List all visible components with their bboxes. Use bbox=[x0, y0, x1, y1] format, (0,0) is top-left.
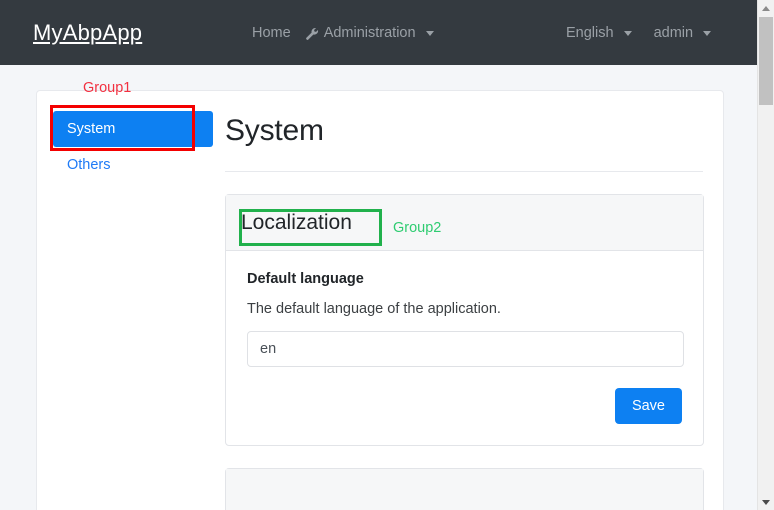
nav-link-administration-label: Administration bbox=[323, 24, 416, 41]
navbar-primary-links: Home Administration bbox=[252, 25, 434, 41]
wrench-icon bbox=[305, 27, 319, 41]
scroll-up-arrow-icon[interactable] bbox=[758, 0, 774, 16]
navbar-secondary-links: English admin bbox=[566, 25, 712, 41]
nav-link-language-label: English bbox=[566, 24, 614, 41]
scroll-down-arrow-icon[interactable] bbox=[758, 494, 774, 510]
annotation-label-group2: Group2 bbox=[393, 220, 442, 236]
nav-link-user[interactable]: admin bbox=[654, 25, 712, 41]
localization-actions: Save bbox=[247, 388, 682, 424]
localization-card-body: Default language The default language of… bbox=[226, 251, 703, 445]
chevron-down-icon bbox=[425, 31, 434, 36]
localization-card-header: Localization bbox=[226, 195, 703, 251]
top-navbar: MyAbpApp Home Administration English adm… bbox=[0, 0, 757, 65]
chevron-down-icon bbox=[703, 31, 712, 36]
nav-link-language[interactable]: English bbox=[566, 25, 632, 41]
nav-link-home[interactable]: Home bbox=[252, 25, 291, 41]
save-button[interactable]: Save bbox=[614, 388, 682, 424]
secondary-card bbox=[225, 468, 704, 510]
localization-card-title: Localization bbox=[241, 210, 352, 234]
sidebar-item-system-label: System bbox=[67, 121, 116, 137]
default-language-label: Default language bbox=[247, 271, 364, 287]
localization-card: Localization Default language The defaul… bbox=[225, 194, 704, 446]
settings-sidebar: System Others bbox=[53, 111, 213, 183]
sidebar-item-system[interactable]: System bbox=[53, 111, 213, 147]
content-panel: System Others System Localization Defaul… bbox=[36, 90, 724, 510]
page-scrollbar[interactable] bbox=[757, 0, 774, 510]
chevron-down-icon bbox=[623, 31, 632, 36]
sidebar-item-others[interactable]: Others bbox=[53, 147, 213, 183]
annotation-label-group1: Group1 bbox=[83, 80, 132, 96]
app-screen: MyAbpApp Home Administration English adm… bbox=[0, 0, 774, 510]
settings-main: System Localization Default language The… bbox=[225, 91, 725, 510]
nav-link-user-label: admin bbox=[653, 24, 694, 41]
default-language-description: The default language of the application. bbox=[247, 301, 501, 317]
secondary-card-header bbox=[226, 469, 703, 510]
title-divider bbox=[225, 171, 703, 172]
scrollbar-thumb[interactable] bbox=[759, 17, 773, 105]
nav-link-administration[interactable]: Administration bbox=[305, 25, 434, 41]
default-language-input[interactable] bbox=[247, 331, 684, 367]
sidebar-item-others-label: Others bbox=[67, 157, 111, 173]
page-title: System bbox=[225, 114, 324, 147]
app-brand[interactable]: MyAbpApp bbox=[33, 20, 142, 46]
nav-link-home-label: Home bbox=[252, 24, 291, 41]
